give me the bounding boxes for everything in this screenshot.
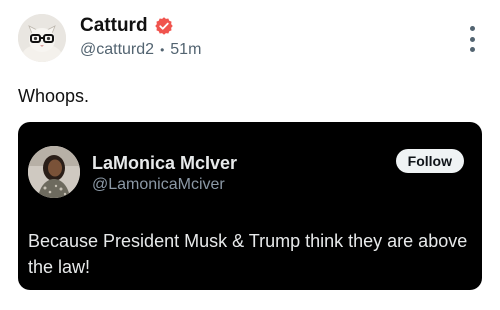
follow-button[interactable]: Follow — [395, 149, 464, 173]
meta-separator: • — [160, 43, 165, 57]
embedded-author-handle[interactable]: @LamonicaMciver — [92, 174, 225, 196]
social-post: Catturd @catturd2 • 51m Whoops. LaMonica… — [0, 0, 500, 310]
embedded-post[interactable]: LaMonica McIver @LamonicaMciver Follow B… — [18, 122, 482, 290]
post-timestamp[interactable]: 51m — [170, 40, 201, 60]
person-avatar-icon — [28, 146, 80, 198]
author-name[interactable]: Catturd — [80, 14, 148, 38]
embedded-author-avatar[interactable] — [28, 146, 80, 198]
author-handle[interactable]: @catturd2 — [80, 40, 154, 60]
post-meta: @catturd2 • 51m — [80, 40, 201, 60]
more-options-icon[interactable] — [466, 26, 478, 52]
cat-avatar-icon — [18, 14, 66, 62]
author-name-row: Catturd — [80, 14, 174, 38]
post-text: Whoops. — [18, 86, 90, 106]
embedded-author-name[interactable]: LaMonica McIver — [92, 152, 237, 174]
verified-badge-icon — [154, 17, 173, 35]
author-avatar[interactable] — [18, 14, 66, 62]
embedded-post-text: Because President Musk & Trump think the… — [28, 231, 468, 277]
